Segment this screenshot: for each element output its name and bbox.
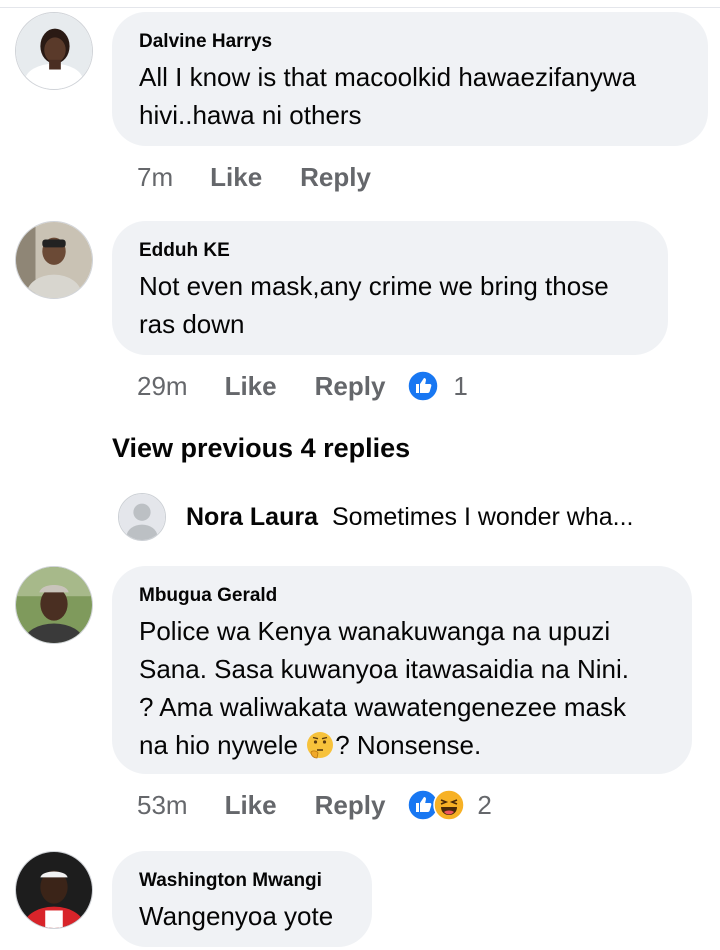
view-previous-replies-link[interactable]: View previous 4 replies	[112, 433, 410, 464]
like-button[interactable]: Like	[225, 371, 277, 402]
comment-bubble: Mbugua Gerald Police wa Kenya wanakuwang…	[112, 566, 692, 774]
comment-author[interactable]: Edduh KE	[139, 239, 642, 263]
reply-button[interactable]: Reply	[315, 371, 386, 402]
reply-preview-snippet: Sometimes I wonder wha...	[331, 502, 634, 531]
haha-reaction-icon	[433, 789, 466, 821]
comment-actions: 53m Like Reply 2	[137, 788, 492, 822]
comment-bubble: Dalvine Harrys All I know is that macool…	[112, 12, 708, 146]
reply-preview-author[interactable]: Nora Laura	[186, 503, 318, 532]
like-reaction-icon	[407, 370, 440, 402]
comment-timestamp[interactable]: 53m	[137, 790, 188, 821]
comment-text: Not even mask,any crime we bring those r…	[139, 271, 609, 339]
comment-bubble: Washington Mwangi Wangenyoa yote	[112, 851, 372, 947]
reply-button[interactable]: Reply	[315, 790, 386, 821]
comment-text: All I know is that macoolkid hawaezifany…	[139, 62, 637, 130]
avatar-photo-mbugua	[16, 567, 92, 643]
avatar-photo-washington	[16, 852, 92, 928]
comment-timestamp[interactable]: 29m	[137, 371, 188, 402]
comment-text: Wangenyoa yote	[139, 901, 334, 931]
comment-author[interactable]: Mbugua Gerald	[139, 584, 666, 608]
comment-author[interactable]: Dalvine Harrys	[139, 30, 682, 54]
like-button[interactable]: Like	[210, 162, 262, 193]
avatar-photo-dalvine	[16, 13, 92, 89]
reactions-summary[interactable]: 1	[407, 370, 468, 402]
comment-actions: 7m Like Reply	[137, 160, 371, 194]
avatar[interactable]	[15, 221, 93, 299]
reactions-summary[interactable]: 2	[407, 789, 492, 821]
comment-text: Police wa Kenya wanakuwanga na upuzi San…	[139, 616, 629, 760]
default-avatar-icon	[118, 493, 166, 541]
reaction-count: 2	[477, 789, 492, 820]
avatar-photo-edduh	[16, 222, 92, 298]
top-divider	[0, 7, 720, 8]
avatar[interactable]	[15, 566, 93, 644]
comment-author[interactable]: Washington Mwangi	[139, 869, 346, 893]
comment-bubble: Edduh KE Not even mask,any crime we brin…	[112, 221, 668, 355]
avatar[interactable]	[15, 12, 93, 90]
comment-timestamp[interactable]: 7m	[137, 162, 173, 193]
like-button[interactable]: Like	[225, 790, 277, 821]
avatar[interactable]	[15, 851, 93, 929]
reaction-count: 1	[453, 370, 468, 401]
reply-button[interactable]: Reply	[300, 162, 371, 193]
comment-actions: 29m Like Reply 1	[137, 369, 468, 403]
thinking-face-emoji-icon	[305, 730, 335, 760]
reply-preview-row[interactable]: Nora Laura Sometimes I wonder wha...	[118, 492, 634, 542]
